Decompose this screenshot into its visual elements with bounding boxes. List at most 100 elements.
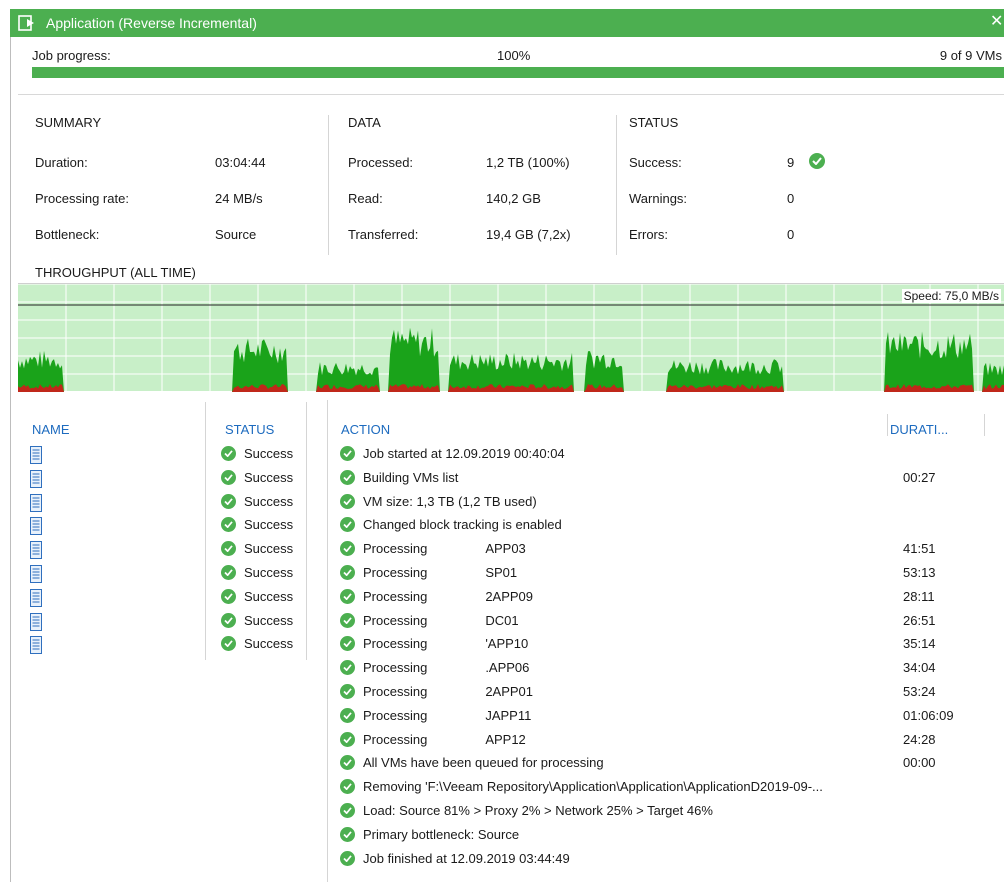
vm-icon[interactable]: [30, 517, 44, 536]
column-header-duration[interactable]: DURATI...: [890, 422, 948, 437]
column-header-name[interactable]: NAME: [32, 422, 70, 437]
success-check-icon: [340, 493, 355, 509]
vm-icon[interactable]: [30, 565, 44, 583]
action-row: Processing .APP06: [340, 660, 900, 676]
success-check-icon: [340, 636, 355, 652]
action-text: Processing: [363, 707, 428, 723]
success-check-icon: [809, 153, 833, 169]
column-divider: [984, 414, 985, 436]
window-title: Application (Reverse Incremental): [46, 15, 257, 31]
action-row: Processing APP12: [340, 731, 900, 747]
stats-divider: [616, 115, 617, 255]
success-check-icon: [221, 493, 236, 509]
action-row: Processing 2APP01: [340, 684, 900, 699]
throughput-chart: Speed: 75,0 MB/s: [18, 283, 1004, 392]
throughput-label: THROUGHPUT (ALL TIME): [35, 265, 196, 280]
vm-name-suffix: DC01: [485, 612, 519, 628]
action-row: VM size: 1,3 TB (1,2 TB used): [340, 493, 900, 509]
duration-value: 03:04:44: [215, 155, 266, 170]
vm-icon[interactable]: [30, 636, 44, 655]
vm-name-suffix: APP12: [485, 731, 526, 747]
success-check-icon: [340, 588, 355, 604]
action-duration: 00:27: [903, 469, 936, 485]
success-check-icon: [340, 707, 355, 723]
action-row: Processing 2APP09: [340, 588, 900, 604]
vm-name-suffix: .APP06: [485, 660, 530, 676]
action-row: Job finished at 12.09.2019 03:44:49: [340, 850, 900, 866]
vm-status-text: Success: [244, 612, 294, 628]
success-label: Success:: [629, 155, 682, 170]
action-row: Removing 'F:\Veeam Repository\Applicatio…: [340, 779, 900, 795]
success-check-icon: [221, 446, 236, 461]
panel-divider: [327, 400, 328, 882]
vm-status-text: Success: [244, 493, 294, 509]
vm-icon[interactable]: [30, 612, 44, 631]
success-check-icon: [340, 565, 355, 580]
success-check-icon: [340, 826, 355, 842]
column-header-status[interactable]: STATUS: [225, 422, 274, 437]
job-progress-section: Job progress: 100% 9 of 9 VMs: [18, 37, 1004, 95]
success-check-icon: [221, 517, 236, 533]
close-icon[interactable]: ✕: [990, 12, 1004, 32]
window-left-border: [10, 37, 11, 882]
action-row: Processing APP03: [340, 541, 900, 557]
success-check-icon: [340, 541, 355, 557]
vm-name-suffix: 'APP10: [485, 636, 529, 652]
duration-label: Duration:: [35, 155, 88, 170]
column-header-action[interactable]: ACTION: [341, 422, 390, 437]
vm-status-text: Success: [244, 517, 294, 533]
vm-status: Success: [221, 612, 294, 628]
vm-status: Success: [221, 541, 293, 557]
job-progress-count: 9 of 9 VMs: [939, 48, 1002, 63]
vm-name-suffix: SP01: [485, 565, 518, 580]
action-text: Processing: [363, 612, 428, 628]
action-duration: 35:14: [903, 636, 936, 652]
job-icon: [18, 13, 38, 33]
action-row: Building VMs list: [340, 469, 900, 485]
action-row: Primary bottleneck: Source: [340, 826, 900, 842]
action-row: Changed block tracking is enabled: [340, 517, 900, 533]
column-divider: [205, 402, 206, 660]
job-progress-label: Job progress:: [32, 48, 111, 63]
vm-status-text: Success: [244, 446, 294, 461]
action-text: Removing 'F:\Veeam Repository\Applicatio…: [363, 779, 823, 795]
job-progress-percent: 100%: [497, 48, 531, 63]
success-check-icon: [340, 660, 355, 676]
vm-icon[interactable]: [30, 541, 44, 560]
vm-icon[interactable]: [30, 493, 44, 512]
success-check-icon: [221, 565, 236, 580]
success-check-icon: [340, 755, 355, 771]
action-text: Processing: [363, 588, 428, 604]
vm-icon[interactable]: [30, 588, 44, 607]
stats-divider: [328, 115, 329, 255]
action-row: All VMs have been queued for processing: [340, 755, 900, 771]
action-duration: 01:06:09: [903, 707, 954, 723]
action-text: Load: Source 81% > Proxy 2% > Network 25…: [363, 803, 713, 818]
action-duration: 00:00: [903, 755, 936, 771]
vm-name-suffix: 2APP01: [485, 684, 534, 699]
vm-status: Success: [221, 517, 294, 533]
column-divider: [306, 402, 307, 660]
job-progress-bar: [32, 67, 1004, 78]
action-row: Processing SP01: [340, 565, 900, 580]
processed-value: 1,2 TB (100%): [486, 155, 570, 170]
success-check-icon: [221, 588, 236, 604]
transferred-label: Transferred:: [348, 227, 419, 242]
vm-status: Success: [221, 493, 294, 509]
vm-name-suffix: JAPP11: [485, 707, 532, 723]
window-titlebar: Application (Reverse Incremental) ✕: [10, 9, 1004, 37]
action-text: All VMs have been queued for processing: [363, 755, 604, 771]
summary-section: SUMMARY: [35, 115, 101, 130]
vm-icon[interactable]: [30, 446, 44, 464]
success-check-icon: [340, 684, 355, 699]
action-text: Processing: [363, 731, 428, 747]
success-check-icon: [340, 612, 355, 628]
vm-icon[interactable]: [30, 469, 44, 488]
warnings-value: 0: [787, 191, 795, 206]
action-text: Processing: [363, 565, 428, 580]
errors-label: Errors:: [629, 227, 668, 242]
success-check-icon: [221, 612, 236, 628]
action-row: Load: Source 81% > Proxy 2% > Network 25…: [340, 803, 900, 818]
errors-value: 0: [787, 227, 795, 242]
action-text: Building VMs list: [363, 469, 459, 485]
